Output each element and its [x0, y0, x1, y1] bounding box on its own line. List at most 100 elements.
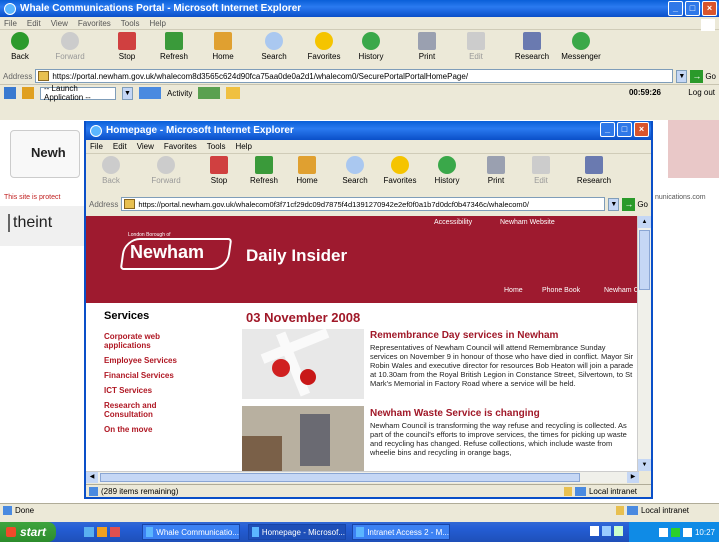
scroll-thumb[interactable] — [639, 230, 650, 290]
accessibility-link[interactable]: Accessibility — [434, 219, 472, 226]
inner-back-button[interactable]: Back — [100, 156, 122, 185]
service-employee[interactable]: Employee Services — [104, 356, 204, 365]
menu-tools[interactable]: Tools — [121, 19, 140, 28]
inner-menu-edit[interactable]: Edit — [113, 142, 127, 151]
research-button[interactable]: Research — [512, 32, 552, 61]
nav-phone-book[interactable]: Phone Book — [542, 287, 580, 294]
article-title[interactable]: Newham Waste Service is changing — [370, 408, 634, 419]
task-intranet-access[interactable]: Intranet Access 2 - M... — [352, 524, 450, 540]
inner-address-input[interactable]: https://portal.newham.gov.uk/whalecom0f3… — [121, 197, 606, 211]
network-icon[interactable] — [658, 527, 668, 537]
service-on-the-move[interactable]: On the move — [104, 425, 204, 434]
inner-home-button[interactable]: Home — [292, 156, 322, 185]
windows-flag-icon — [6, 527, 16, 537]
logout-link[interactable]: Log out — [688, 88, 715, 97]
newham-website-link[interactable]: Newham Website — [500, 219, 555, 226]
horizontal-scrollbar[interactable]: ◀ ▶ — [86, 471, 639, 483]
activity-link[interactable]: Activity — [167, 89, 192, 98]
volume-icon[interactable] — [682, 527, 692, 537]
close-button[interactable]: × — [702, 1, 717, 16]
launch-dropdown[interactable]: ▼ — [122, 86, 133, 100]
hscroll-thumb[interactable] — [100, 473, 580, 482]
inner-research-button[interactable]: Research — [574, 156, 614, 185]
menu-edit[interactable]: Edit — [27, 19, 41, 28]
inner-menu-file[interactable]: File — [90, 142, 103, 151]
menu-view[interactable]: View — [51, 19, 68, 28]
inner-menu-tools[interactable]: Tools — [207, 142, 226, 151]
remembrance-image — [242, 329, 364, 399]
stop-button[interactable]: Stop — [112, 32, 142, 61]
search-button[interactable]: Search — [256, 32, 292, 61]
scroll-down-arrow[interactable]: ▼ — [638, 459, 651, 471]
history-button[interactable]: History — [354, 32, 388, 61]
outer-zone: Local intranet — [615, 506, 689, 515]
inner-stop-button[interactable]: Stop — [204, 156, 234, 185]
key-icon[interactable] — [22, 87, 34, 99]
site-title: Daily Insider — [246, 246, 348, 265]
menu-favorites[interactable]: Favorites — [78, 19, 111, 28]
print-button[interactable]: Print — [412, 32, 442, 61]
launch-application-select[interactable]: -- Launch Application -- — [40, 84, 116, 102]
nav-home[interactable]: Home — [504, 287, 523, 294]
scroll-right-arrow[interactable]: ▶ — [627, 472, 639, 483]
menu-help[interactable]: Help — [149, 19, 165, 28]
show-desktop-icon[interactable] — [84, 527, 94, 537]
poppy — [272, 359, 290, 377]
media-quicklaunch-icon[interactable] — [110, 527, 120, 537]
outer-toolbar: Back Forward Stop Refresh Home Search Fa… — [0, 30, 719, 68]
task-homepage[interactable]: Homepage - Microsof... — [248, 524, 346, 540]
back-button[interactable]: Back — [4, 32, 36, 61]
minimize-button[interactable]: _ — [668, 1, 683, 16]
service-financial[interactable]: Financial Services — [104, 371, 204, 380]
service-corporate[interactable]: Corporate web applications — [104, 332, 204, 350]
inner-history-button[interactable]: History — [430, 156, 464, 185]
inner-menu-help[interactable]: Help — [235, 142, 251, 151]
printer-icon — [487, 156, 505, 174]
inner-menu-view[interactable]: View — [137, 142, 154, 151]
inner-maximize-button[interactable]: □ — [617, 122, 632, 137]
maximize-button[interactable]: □ — [685, 1, 700, 16]
menu-file[interactable]: File — [4, 19, 17, 28]
inner-forward-button[interactable]: Forward — [146, 156, 186, 185]
mail-icon[interactable] — [198, 87, 221, 99]
nav-newham[interactable]: Newham C — [604, 287, 639, 294]
inner-refresh-button[interactable]: Refresh — [244, 156, 284, 185]
outer-zone-text: Local intranet — [640, 506, 689, 515]
outer-address-input[interactable]: https://portal.newham.gov.uk/whalecom8d3… — [35, 69, 674, 83]
printer-icon — [418, 32, 436, 50]
note-icon[interactable] — [226, 87, 241, 99]
refresh-button[interactable]: Refresh — [154, 32, 194, 61]
edit-button[interactable]: Edit — [462, 32, 490, 61]
tray-icon[interactable] — [602, 526, 611, 536]
scroll-up-arrow[interactable]: ▲ — [638, 216, 651, 228]
service-research[interactable]: Research and Consultation — [104, 401, 204, 419]
start-button[interactable]: start — [0, 522, 56, 542]
inner-print-button[interactable]: Print — [482, 156, 510, 185]
address-dropdown[interactable]: ▼ — [608, 197, 620, 211]
inner-search-button[interactable]: Search — [340, 156, 370, 185]
go-button[interactable]: → Go — [690, 69, 716, 83]
messenger-button[interactable]: Messenger — [558, 32, 604, 61]
inner-minimize-button[interactable]: _ — [600, 122, 615, 137]
vertical-scrollbar[interactable]: ▲ ▼ — [637, 216, 651, 471]
address-dropdown[interactable]: ▼ — [676, 69, 688, 83]
tray-icon[interactable] — [590, 526, 599, 536]
forward-button[interactable]: Forward — [50, 32, 90, 61]
scroll-left-arrow[interactable]: ◀ — [86, 472, 98, 483]
inner-go-button[interactable]: → Go — [622, 197, 648, 211]
article-title[interactable]: Remembrance Day services in Newham — [370, 330, 634, 341]
portal-icon[interactable] — [139, 87, 161, 99]
home-portal-icon[interactable] — [4, 87, 16, 99]
ie-quicklaunch-icon[interactable] — [97, 527, 107, 537]
task-whale-portal[interactable]: Whale Communicatio... — [142, 524, 240, 540]
inner-favorites-button[interactable]: Favorites — [380, 156, 420, 185]
inner-menu-favorites[interactable]: Favorites — [164, 142, 197, 151]
inner-close-button[interactable]: × — [634, 122, 649, 137]
service-ict[interactable]: ICT Services — [104, 386, 204, 395]
home-button[interactable]: Home — [208, 32, 238, 61]
clock[interactable]: 10:27 — [695, 528, 715, 537]
tray-icon[interactable] — [614, 526, 623, 536]
favorites-button[interactable]: Favorites — [304, 32, 344, 61]
status-icon[interactable] — [670, 527, 680, 537]
inner-edit-button[interactable]: Edit — [528, 156, 554, 185]
